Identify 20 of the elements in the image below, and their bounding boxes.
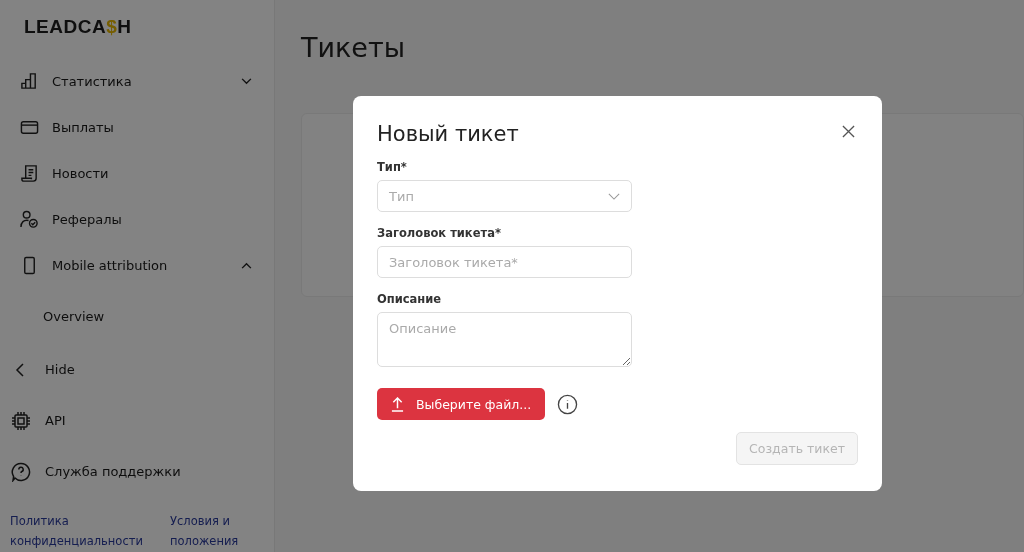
nav-item[interactable]: API xyxy=(0,395,274,446)
nav-item[interactable]: Рефералы xyxy=(0,196,274,242)
nav-item[interactable]: Новости xyxy=(0,150,274,196)
nav-item[interactable]: Статистика xyxy=(0,58,274,104)
field-label: Описание xyxy=(377,292,443,306)
input-field[interactable]: Заголовок тикета* xyxy=(377,246,632,278)
footer-link[interactable]: Политика конфиденциальности xyxy=(10,511,152,551)
footer-link[interactable]: Условия и положения xyxy=(170,511,250,551)
upload-button[interactable]: Выберите файл... xyxy=(377,388,546,420)
nav-subitem[interactable]: Overview xyxy=(0,288,274,344)
nav-item[interactable]: Выплаты xyxy=(0,104,274,150)
field-label: Заголовок тикета* xyxy=(377,226,502,240)
input-field[interactable]: Описание xyxy=(377,312,632,367)
nav-item[interactable]: Служба поддержки xyxy=(0,446,274,497)
field-label: Тип* xyxy=(377,160,408,174)
logo: LEADCA$H xyxy=(24,16,133,39)
nav-item[interactable]: Mobile attribution xyxy=(0,242,274,288)
nav-item[interactable]: Hide xyxy=(0,344,274,395)
modal-title: Новый тикет xyxy=(377,122,519,146)
page-title: Тикеты xyxy=(301,32,406,63)
